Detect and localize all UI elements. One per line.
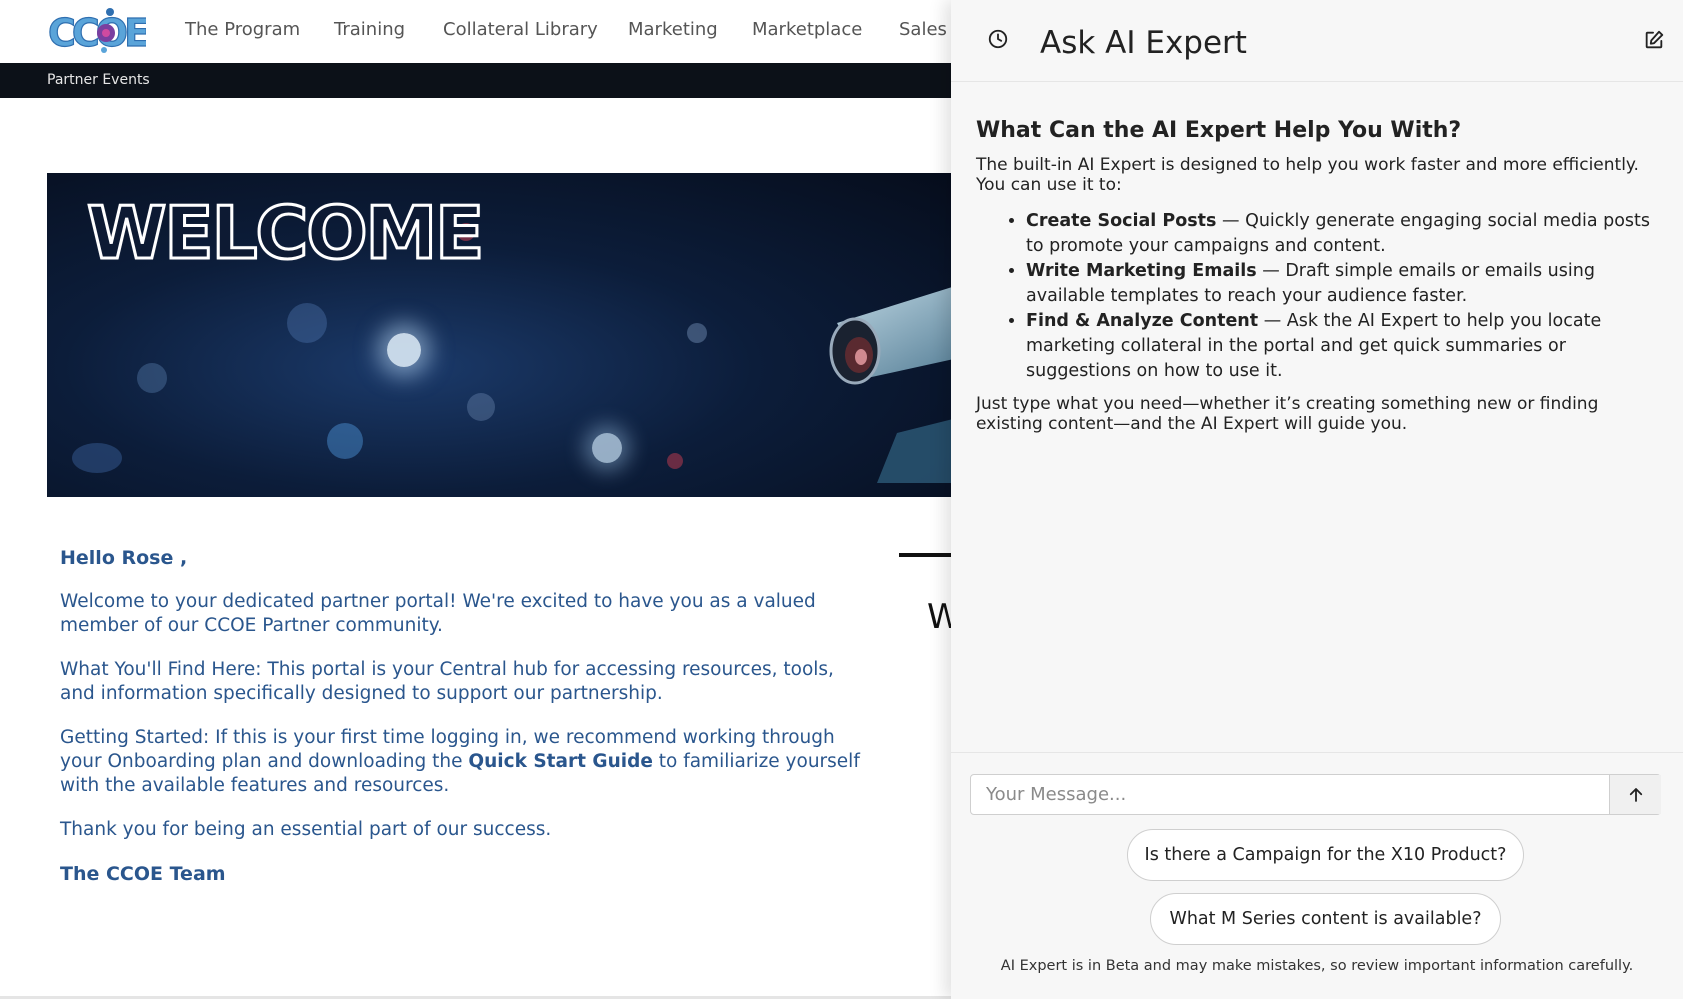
- side-card: W: [899, 553, 961, 999]
- nav-item-the-program[interactable]: The Program: [185, 19, 300, 40]
- signature: The CCOE Team: [60, 863, 226, 885]
- help-heading: What Can the AI Expert Help You With?: [976, 118, 1462, 143]
- arrow-up-icon: [1629, 787, 1642, 802]
- find-here-paragraph: What You'll Find Here: This portal is yo…: [60, 659, 834, 704]
- banner-headline: WELCOME: [85, 190, 485, 277]
- feature-item: Create Social Posts — Quickly generate e…: [1026, 209, 1666, 259]
- ai-expert-panel: Ask AI Expert What Can the AI Expert Hel…: [951, 0, 1683, 999]
- feature-item: Write Marketing Emails — Draft simple em…: [1026, 259, 1666, 309]
- subnav-item-partner-events[interactable]: Partner Events: [47, 72, 150, 88]
- nav-item-marketing[interactable]: Marketing: [628, 19, 718, 40]
- panel-header: Ask AI Expert: [951, 0, 1683, 82]
- welcome-content: Hello Rose , Welcome to your dedicated p…: [60, 546, 860, 906]
- ccoe-logo[interactable]: CCOE: [46, 6, 146, 56]
- panel-divider: [951, 752, 1683, 753]
- thank-you-paragraph: Thank you for being an essential part of…: [60, 819, 552, 840]
- security-camera-image: [829, 287, 951, 483]
- panel-title: Ask AI Expert: [1040, 25, 1247, 61]
- help-outro: Just type what you need—whether it’s cre…: [976, 394, 1599, 434]
- new-chat-edit-icon[interactable]: [1643, 29, 1665, 51]
- sub-navigation: Partner Events: [0, 63, 951, 98]
- welcome-banner: WELCOME: [47, 173, 951, 497]
- panel-body: What Can the AI Expert Help You With? Th…: [976, 118, 1666, 434]
- nav-item-marketplace[interactable]: Marketplace: [752, 19, 862, 40]
- suggestion-button[interactable]: Is there a Campaign for the X10 Product?: [1127, 829, 1524, 881]
- getting-started-paragraph: Getting Started: If this is your first t…: [60, 727, 860, 796]
- suggestion-button[interactable]: What M Series content is available?: [1150, 893, 1501, 945]
- message-input[interactable]: [971, 775, 1611, 814]
- send-button[interactable]: [1609, 775, 1661, 814]
- history-icon[interactable]: [987, 28, 1009, 50]
- message-composer: [970, 774, 1661, 815]
- nav-item-sales[interactable]: Sales: [899, 19, 947, 40]
- nav-item-collateral-library[interactable]: Collateral Library: [443, 19, 598, 40]
- feature-list: Create Social Posts — Quickly generate e…: [1026, 209, 1666, 384]
- intro-paragraph: Welcome to your dedicated partner portal…: [60, 591, 816, 636]
- nav-item-training[interactable]: Training: [334, 19, 405, 40]
- beta-disclaimer: AI Expert is in Beta and may make mistak…: [1000, 958, 1634, 974]
- quick-start-guide-link[interactable]: Quick Start Guide: [468, 751, 653, 772]
- feature-item: Find & Analyze Content — Ask the AI Expe…: [1026, 309, 1666, 384]
- greeting: Hello Rose ,: [60, 547, 188, 569]
- help-intro: The built-in AI Expert is designed to he…: [976, 155, 1639, 195]
